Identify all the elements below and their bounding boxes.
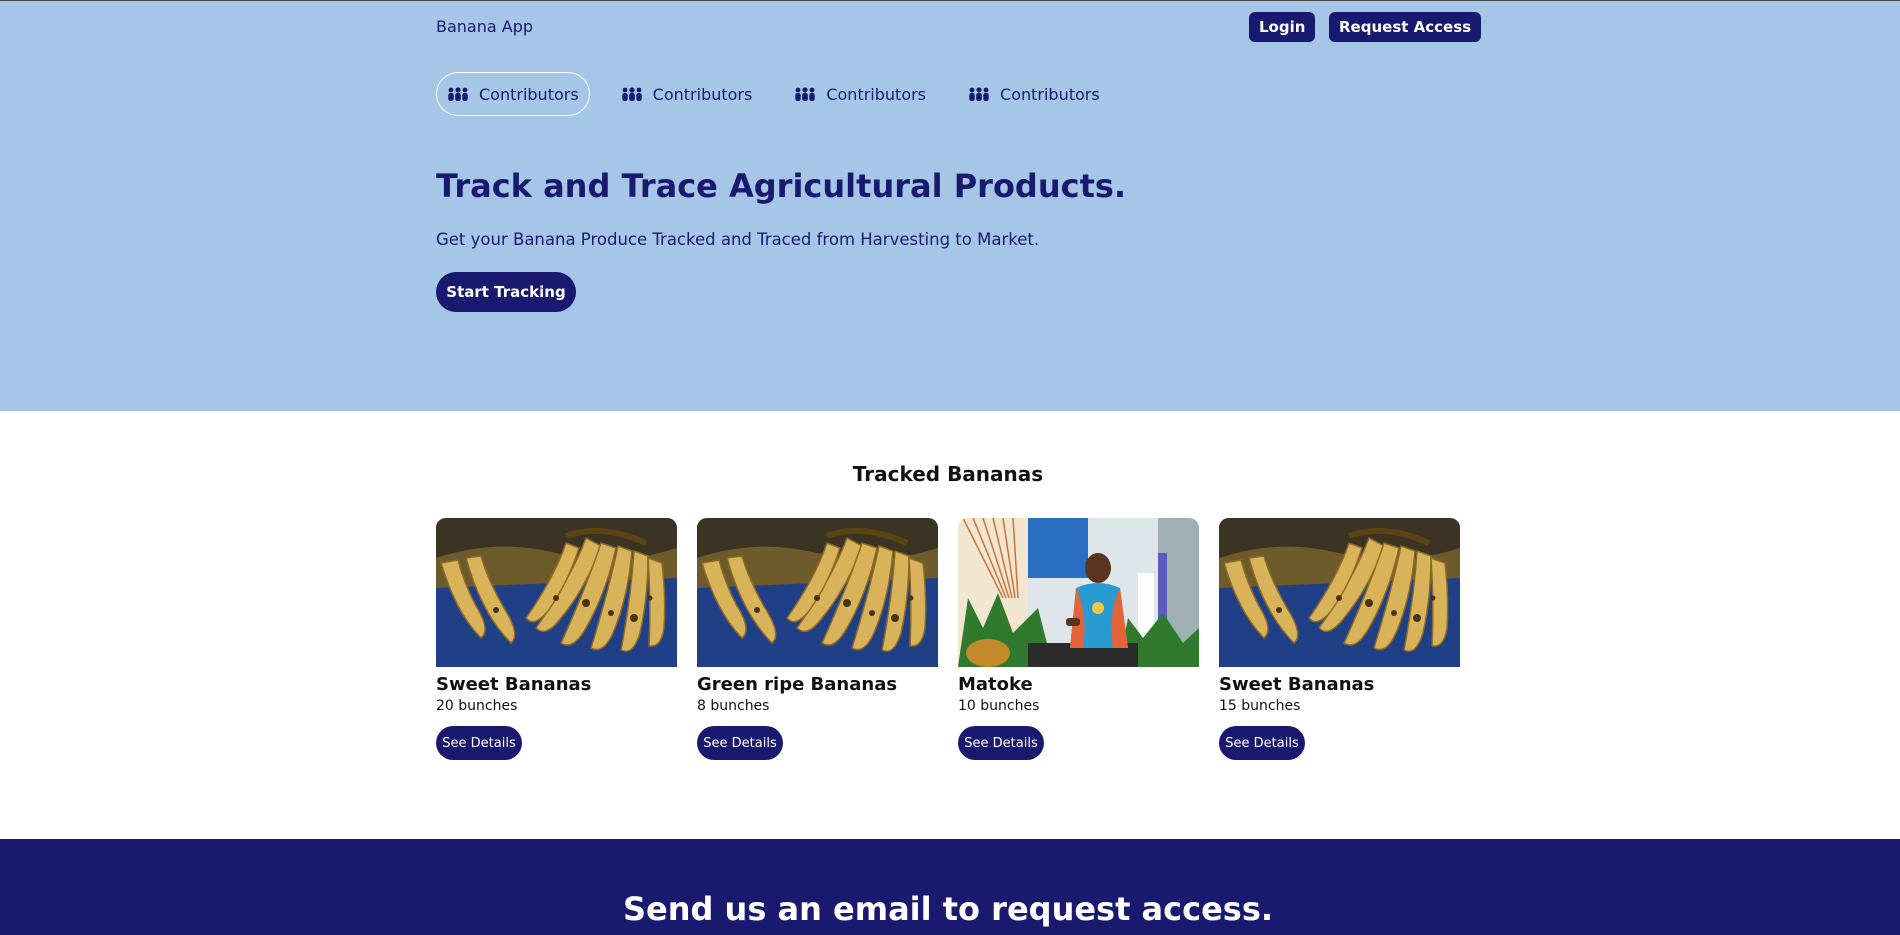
see-details-button[interactable]: See Details <box>436 726 522 760</box>
nav-item-contributors[interactable]: Contributors <box>436 72 590 116</box>
see-details-button[interactable]: See Details <box>1219 726 1305 760</box>
people-icon <box>968 87 990 101</box>
nav-item-label: Contributors <box>1000 84 1100 104</box>
product-name: Sweet Bananas <box>436 674 592 695</box>
product-card: Matoke 10 bunches See Details <box>958 518 1199 760</box>
brand-logo[interactable]: Banana App <box>436 17 533 36</box>
nav-item-label: Contributors <box>826 84 927 104</box>
product-quantity: 8 bunches <box>697 698 770 714</box>
product-name: Matoke <box>958 674 1033 695</box>
people-icon <box>621 87 643 101</box>
product-quantity: 10 bunches <box>958 698 1040 714</box>
start-tracking-button[interactable]: Start Tracking <box>436 272 576 312</box>
bananas-image[interactable] <box>436 518 677 667</box>
bananas-image[interactable] <box>1219 518 1460 667</box>
product-name: Green ripe Bananas <box>697 674 898 695</box>
request-access-button[interactable]: Request Access <box>1329 12 1482 42</box>
hero-subtitle: Get your Banana Produce Tracked and Trac… <box>436 230 1040 249</box>
people-icon <box>447 87 469 101</box>
footer-title: Send us an email to request access. <box>622 890 1274 928</box>
section-title: Tracked Bananas <box>852 462 1044 486</box>
nav-item-contributors[interactable]: Contributors <box>957 72 1111 116</box>
product-quantity: 20 bunches <box>436 698 518 714</box>
see-details-button[interactable]: See Details <box>958 726 1044 760</box>
nav-item-label: Contributors <box>652 84 753 104</box>
main-nav: Contributors Contributors Contributors C… <box>436 72 1131 116</box>
people-icon <box>794 87 816 101</box>
vendor-image[interactable] <box>958 518 1199 667</box>
see-details-button[interactable]: See Details <box>697 726 783 760</box>
product-name: Sweet Bananas <box>1219 674 1375 695</box>
bananas-image[interactable] <box>697 518 938 667</box>
product-card: Sweet Bananas 20 bunches See Details <box>436 518 677 760</box>
nav-item-contributors[interactable]: Contributors <box>783 72 937 116</box>
hero-title: Track and Trace Agricultural Products. <box>436 167 1127 205</box>
nav-item-contributors[interactable]: Contributors <box>610 72 764 116</box>
product-quantity: 15 bunches <box>1219 698 1301 714</box>
product-card: Sweet Bananas 15 bunches See Details <box>1219 518 1460 760</box>
product-card: Green ripe Bananas 8 bunches See Details <box>697 518 938 760</box>
login-button[interactable]: Login <box>1249 12 1316 42</box>
hero-section: Banana App Login Request Access Contribu… <box>0 0 1900 411</box>
nav-item-label: Contributors <box>479 84 579 104</box>
